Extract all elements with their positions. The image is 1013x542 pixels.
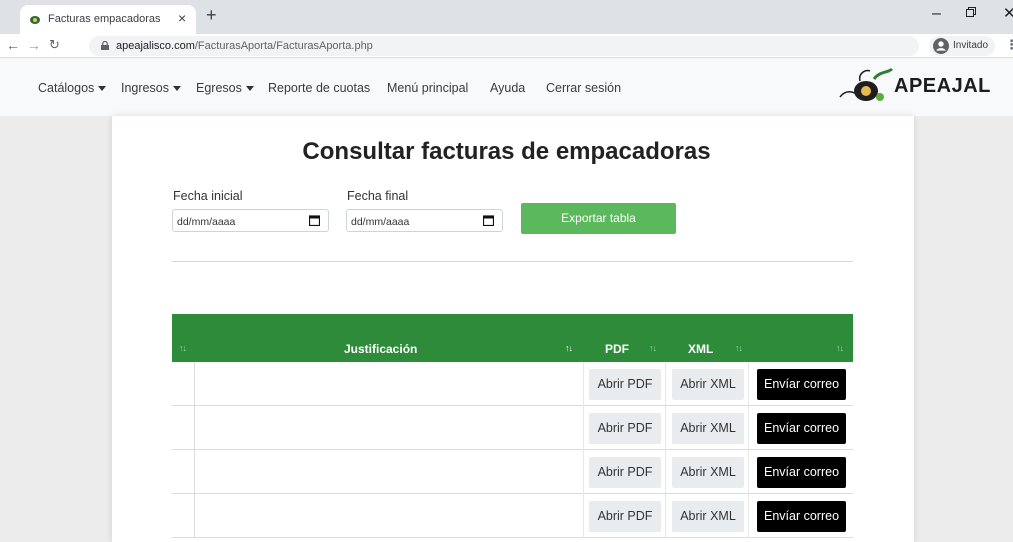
cell-divider bbox=[665, 406, 666, 450]
caret-down-icon bbox=[172, 86, 181, 92]
cell-divider bbox=[194, 450, 195, 494]
nav-menu-principal[interactable]: Menú principal bbox=[387, 81, 468, 95]
table-row: Abrir PDF Abrir XML Envíar correo bbox=[172, 362, 853, 406]
browser-tab[interactable]: Facturas empacadoras × bbox=[20, 5, 196, 34]
cell-divider bbox=[665, 450, 666, 494]
sort-icon[interactable]: ↑↓ bbox=[649, 343, 657, 353]
nav-catalogos[interactable]: Catálogos bbox=[38, 81, 107, 95]
nav-ingresos-label: Ingresos bbox=[121, 81, 169, 95]
browser-tab-strip: Facturas empacadoras × + – ✕ bbox=[0, 0, 1013, 34]
nav-catalogos-label: Catálogos bbox=[38, 81, 95, 95]
table-row: Abrir PDF Abrir XML Envíar correo bbox=[172, 406, 853, 450]
profile-label: Invitado bbox=[953, 40, 989, 51]
back-icon[interactable]: ← bbox=[6, 37, 20, 53]
open-xml-button[interactable]: Abrir XML bbox=[672, 369, 744, 400]
sort-icon[interactable]: ↑↓ bbox=[565, 343, 573, 353]
minimize-icon[interactable]: – bbox=[932, 5, 941, 23]
caret-down-icon bbox=[245, 86, 254, 92]
lock-icon[interactable] bbox=[101, 41, 109, 50]
fecha-final-placeholder: dd/mm/aaaa bbox=[351, 216, 410, 228]
column-justificacion[interactable]: Justificación bbox=[344, 342, 417, 356]
open-pdf-button[interactable]: Abrir PDF bbox=[589, 501, 661, 532]
cell-divider bbox=[583, 494, 584, 538]
send-email-button[interactable]: Envíar correo bbox=[757, 413, 846, 444]
apeajal-logo[interactable]: APEAJAL bbox=[836, 65, 990, 107]
send-email-button[interactable]: Envíar correo bbox=[757, 369, 846, 400]
address-bar: ← → ↻ apeajalisco.com/FacturasAporta/Fac… bbox=[0, 34, 1013, 58]
table-row: Abrir PDF Abrir XML Envíar correo bbox=[172, 450, 853, 494]
table-row: Abrir PDF Abrir XML Envíar correo bbox=[172, 494, 853, 538]
fecha-final-label: Fecha final bbox=[347, 189, 409, 203]
page-title: Consultar facturas de empacadoras bbox=[302, 138, 711, 165]
cell-divider bbox=[583, 450, 584, 494]
menu-kebab-icon[interactable]: ⋮ bbox=[1005, 37, 1013, 53]
tab-title: Facturas empacadoras bbox=[48, 13, 161, 25]
calendar-icon[interactable] bbox=[309, 215, 320, 226]
open-pdf-button[interactable]: Abrir PDF bbox=[589, 413, 661, 444]
caret-down-icon bbox=[98, 86, 107, 92]
calendar-icon[interactable] bbox=[483, 215, 494, 226]
url-path: /FacturasAporta/FacturasAporta.php bbox=[194, 40, 373, 52]
fecha-inicial-label: Fecha inicial bbox=[173, 189, 243, 203]
window-close-icon[interactable]: ✕ bbox=[1003, 4, 1013, 22]
cell-divider bbox=[194, 406, 195, 450]
nav-egresos[interactable]: Egresos bbox=[196, 81, 254, 95]
sort-icon[interactable]: ↑↓ bbox=[179, 343, 187, 353]
export-table-button[interactable]: Exportar tabla bbox=[521, 203, 676, 234]
url-text: apeajalisco.com/FacturasAporta/FacturasA… bbox=[116, 40, 373, 52]
cell-divider bbox=[748, 362, 749, 406]
open-pdf-button[interactable]: Abrir PDF bbox=[589, 457, 661, 488]
sort-icon[interactable]: ↑↓ bbox=[836, 343, 844, 353]
nav-reporte-cuotas[interactable]: Reporte de cuotas bbox=[268, 81, 370, 95]
forward-icon[interactable]: → bbox=[27, 37, 41, 53]
cell-divider bbox=[194, 494, 195, 538]
cell-divider bbox=[748, 406, 749, 450]
nav-ayuda[interactable]: Ayuda bbox=[490, 81, 525, 95]
new-tab-icon[interactable]: + bbox=[206, 5, 217, 26]
close-tab-icon[interactable]: × bbox=[178, 10, 186, 26]
open-pdf-button[interactable]: Abrir PDF bbox=[589, 369, 661, 400]
avatar-icon bbox=[933, 38, 949, 54]
cell-divider bbox=[748, 450, 749, 494]
sort-icon[interactable]: ↑↓ bbox=[735, 343, 743, 353]
send-email-button[interactable]: Envíar correo bbox=[757, 457, 846, 488]
table-header: ↑↓ Justificación ↑↓ PDF ↑↓ XML ↑↓ ↑↓ bbox=[172, 314, 853, 362]
reload-icon[interactable]: ↻ bbox=[49, 37, 60, 53]
cell-divider bbox=[194, 362, 195, 406]
restore-icon[interactable] bbox=[966, 7, 976, 17]
open-xml-button[interactable]: Abrir XML bbox=[672, 457, 744, 488]
logo-text: APEAJAL bbox=[894, 75, 991, 97]
profile-button[interactable]: Invitado bbox=[929, 36, 995, 56]
avocado-logo-icon bbox=[839, 67, 894, 101]
column-xml[interactable]: XML bbox=[688, 342, 713, 356]
open-xml-button[interactable]: Abrir XML bbox=[672, 413, 744, 444]
site-navbar: Catálogos Ingresos Egresos Reporte de cu… bbox=[0, 59, 1013, 116]
cell-divider bbox=[665, 494, 666, 538]
url-host: apeajalisco.com bbox=[116, 40, 195, 52]
cell-divider bbox=[665, 362, 666, 406]
omnibox[interactable]: apeajalisco.com/FacturasAporta/FacturasA… bbox=[89, 36, 919, 56]
favicon-icon bbox=[30, 16, 40, 24]
nav-cerrar-sesion[interactable]: Cerrar sesión bbox=[546, 81, 621, 95]
column-pdf[interactable]: PDF bbox=[605, 342, 629, 356]
divider bbox=[172, 261, 853, 262]
cell-divider bbox=[583, 406, 584, 450]
nav-ingresos[interactable]: Ingresos bbox=[121, 81, 181, 95]
send-email-button[interactable]: Envíar correo bbox=[757, 501, 846, 532]
fecha-final-input[interactable]: dd/mm/aaaa bbox=[346, 209, 503, 232]
nav-egresos-label: Egresos bbox=[196, 81, 242, 95]
cell-divider bbox=[583, 362, 584, 406]
open-xml-button[interactable]: Abrir XML bbox=[672, 501, 744, 532]
fecha-inicial-placeholder: dd/mm/aaaa bbox=[177, 216, 236, 228]
cell-divider bbox=[748, 494, 749, 538]
fecha-inicial-input[interactable]: dd/mm/aaaa bbox=[172, 209, 329, 232]
